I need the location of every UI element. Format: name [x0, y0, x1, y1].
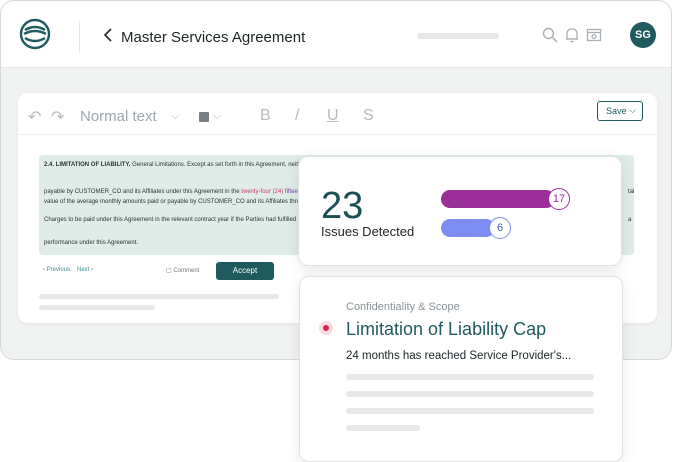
clause-line: performance under this Agreement.	[44, 240, 139, 246]
clause-line: Charges to be paid under this Agreement …	[44, 217, 312, 223]
header-divider	[79, 21, 80, 53]
text-placeholder	[346, 391, 594, 397]
save-button[interactable]: Save ⌵	[597, 101, 643, 121]
chevron-down-icon[interactable]: ⌵	[171, 110, 179, 123]
search-icon[interactable]	[541, 26, 559, 44]
bell-icon[interactable]	[563, 26, 581, 44]
issue-title: Limitation of Liability Cap	[346, 319, 547, 339]
issue-detail-card[interactable]: Confidentiality & Scope Limitation of Li…	[299, 276, 623, 462]
text-style-select[interactable]: Normal text	[80, 108, 157, 125]
clause-line-tail: tal	[628, 189, 634, 195]
chevron-down-icon[interactable]: ⌵	[213, 110, 221, 123]
chevron-down-icon[interactable]: ⌵	[629, 105, 636, 116]
issues-count: 23	[321, 185, 364, 227]
issue-description: 24 months has reached Service Provider's…	[346, 350, 572, 362]
top-bar: Master Services Agreement SG	[1, 1, 671, 68]
previous-link[interactable]: ‹ Previous	[43, 267, 70, 273]
underline-button[interactable]: U	[327, 107, 339, 125]
removed-text: twenty-four (24)	[241, 189, 284, 195]
toolbar-divider	[18, 134, 657, 135]
severity-count-low: 6	[489, 217, 511, 239]
redo-icon[interactable]: ↷	[51, 107, 64, 127]
clause-line: payable by CUSTOMER_CO and its Affiliate…	[44, 189, 320, 195]
undo-icon[interactable]: ↶	[28, 107, 41, 127]
accept-button[interactable]: Accept	[216, 262, 274, 280]
text-placeholder	[39, 294, 279, 299]
clause-line: value of the average monthly amounts pai…	[44, 199, 320, 205]
text-placeholder	[346, 408, 594, 414]
clause-heading: 2.4. LIMITATION OF LIABILITY.	[44, 162, 131, 168]
bold-button[interactable]: B	[260, 107, 271, 125]
comment-button[interactable]: ▢ Comment	[166, 267, 199, 274]
save-label: Save	[606, 106, 627, 116]
clause-line-tail: a	[628, 217, 632, 223]
text-placeholder	[346, 425, 420, 431]
clause-line: 2.4. LIMITATION OF LIABILITY. General Li…	[44, 162, 323, 168]
italic-button[interactable]: /	[295, 107, 299, 125]
text-placeholder	[346, 374, 594, 380]
alert-dot-icon	[319, 321, 333, 335]
loading-placeholder	[417, 33, 499, 39]
brand-logo-icon[interactable]	[19, 18, 51, 50]
strikethrough-button[interactable]: S	[363, 107, 374, 125]
issue-category: Confidentiality & Scope	[346, 301, 460, 313]
severity-bar-low	[441, 219, 495, 237]
text-placeholder	[39, 305, 155, 310]
issues-label: Issues Detected	[321, 224, 415, 239]
severity-count-high: 17	[548, 188, 570, 210]
document-viewer-icon[interactable]	[585, 26, 603, 44]
issues-summary-card: 23 Issues Detected 17 6	[298, 156, 622, 266]
back-chevron-icon[interactable]	[101, 27, 115, 43]
text-color-swatch[interactable]	[199, 112, 209, 122]
severity-bar-high	[441, 190, 555, 208]
next-link[interactable]: Next ›	[77, 267, 93, 273]
user-avatar[interactable]: SG	[630, 22, 656, 48]
page-title: Master Services Agreement	[121, 29, 306, 46]
